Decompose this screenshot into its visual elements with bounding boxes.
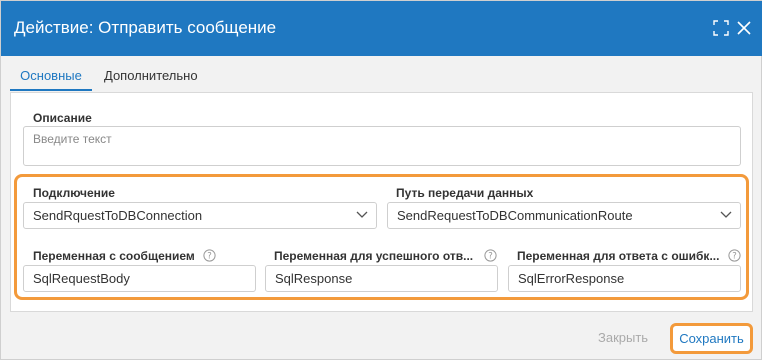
dialog-titlebar: Действие: Отправить сообщение: [1, 1, 762, 56]
dialog-title: Действие: Отправить сообщение: [14, 18, 277, 37]
description-label: Описание: [33, 111, 92, 125]
close-icon[interactable]: [736, 20, 752, 36]
highlight-frame: [14, 174, 749, 300]
description-input[interactable]: Введите текст: [23, 126, 741, 166]
save-button[interactable]: Сохранить: [670, 323, 753, 354]
tab-additional[interactable]: Дополнительно: [104, 61, 198, 91]
send-message-dialog: Действие: Отправить сообщение Основные Д…: [0, 0, 762, 360]
tab-main[interactable]: Основные: [10, 61, 92, 91]
close-button[interactable]: Закрыть: [598, 329, 648, 347]
description-placeholder: Введите текст: [33, 132, 112, 146]
maximize-icon[interactable]: [713, 20, 729, 36]
